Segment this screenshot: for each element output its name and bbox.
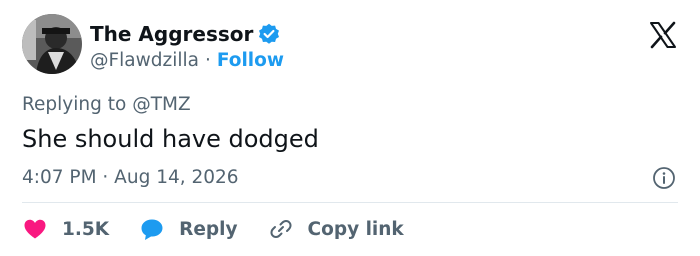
divider: [22, 202, 678, 203]
action-bar: 1.5K Reply Copy link: [22, 214, 434, 244]
reply-label: Reply: [179, 218, 238, 240]
copy-link-button[interactable]: Copy link: [268, 216, 404, 242]
replying-prefix: Replying to: [22, 94, 127, 115]
handle-row: @Flawdzilla · Follow: [90, 48, 284, 74]
avatar[interactable]: [22, 14, 82, 74]
avatar-image: [22, 14, 82, 74]
speech-bubble-icon: [139, 216, 165, 242]
name-row: The Aggressor: [90, 20, 284, 48]
follow-button[interactable]: Follow: [217, 48, 284, 74]
tweet-timestamp[interactable]: 4:07 PM · Aug 14, 2026: [22, 164, 239, 192]
separator-dot: ·: [204, 50, 211, 71]
verified-badge-icon: [258, 23, 280, 45]
reply-mention-link[interactable]: @TMZ: [132, 94, 190, 115]
copy-link-label: Copy link: [307, 218, 404, 240]
tweet-header: The Aggressor @Flawdzilla · Follow: [90, 20, 284, 76]
tweet-text: She should have dodged: [22, 125, 319, 153]
reply-button[interactable]: Reply: [139, 216, 238, 242]
replying-to-line: Replying to @TMZ: [22, 92, 191, 118]
heart-icon: [22, 216, 48, 242]
display-name[interactable]: The Aggressor: [90, 20, 253, 48]
link-icon: [268, 216, 294, 242]
like-button[interactable]: 1.5K: [22, 216, 109, 242]
embedded-tweet-card: The Aggressor @Flawdzilla · Follow Reply…: [0, 0, 700, 256]
x-logo-icon[interactable]: [648, 20, 678, 50]
info-icon[interactable]: [652, 166, 676, 190]
like-count: 1.5K: [62, 218, 110, 240]
user-handle[interactable]: @Flawdzilla: [90, 48, 199, 74]
